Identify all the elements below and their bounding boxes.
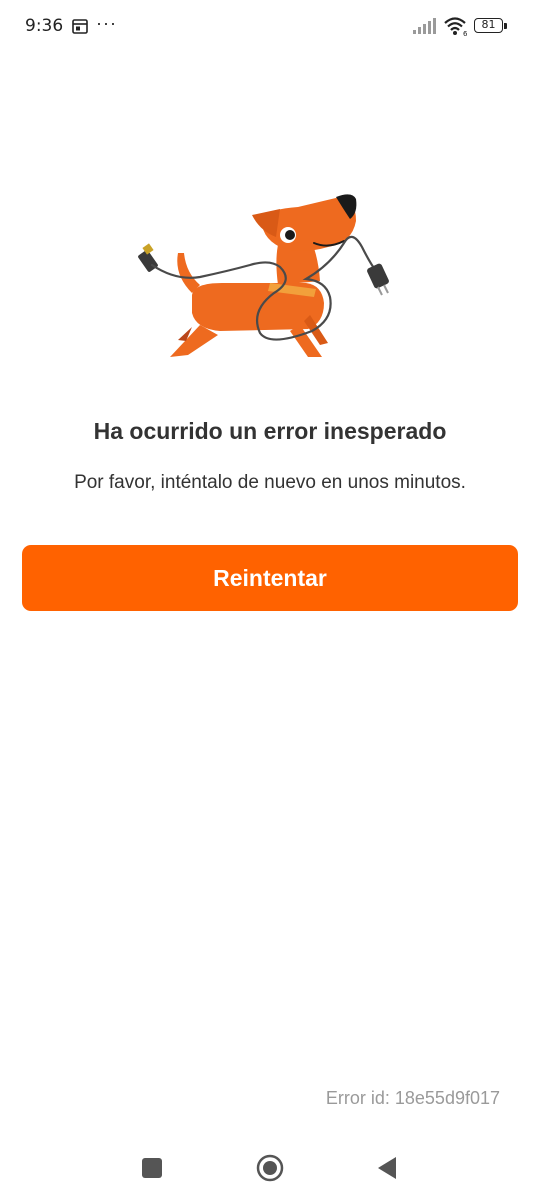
error-id: Error id: 18e55d9f017 <box>325 1088 500 1108</box>
battery-level: 81 <box>474 18 503 33</box>
error-title: Ha ocurrido un error inesperado <box>93 418 447 444</box>
charger-plug-icon <box>367 263 389 296</box>
battery-icon: 81 <box>474 18 508 35</box>
battery-tip <box>504 23 507 29</box>
signal-icon <box>413 18 436 34</box>
retry-button[interactable]: Reintentar <box>22 545 518 611</box>
calendar-icon <box>72 19 88 34</box>
back-icon[interactable] <box>376 1155 398 1181</box>
error-subtitle: Por favor, inténtalo de nuevo en unos mi… <box>74 472 466 493</box>
svg-text:6: 6 <box>463 30 468 37</box>
dog-with-cable-illustration <box>138 194 389 357</box>
status-bar: 9:36 ··· 6 81 <box>0 0 540 56</box>
wifi-icon: 6 <box>444 17 468 37</box>
status-more-icon: ··· <box>96 13 117 33</box>
status-time: 9:36 <box>25 16 64 36</box>
home-icon[interactable] <box>256 1154 284 1182</box>
recent-apps-icon[interactable] <box>142 1158 162 1178</box>
navigation-bar <box>0 1140 540 1200</box>
